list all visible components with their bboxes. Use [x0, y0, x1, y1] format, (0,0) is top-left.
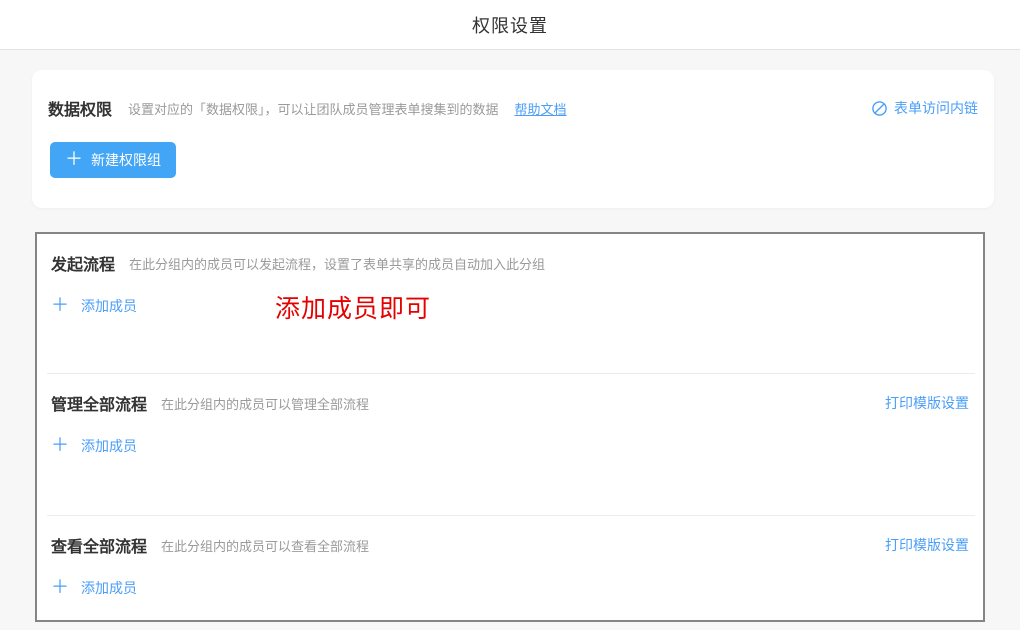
card-head: 数据权限 设置对应的「数据权限」，可以让团队成员管理表单搜集到的数据 帮助文档 …	[48, 96, 978, 120]
card-title: 数据权限	[48, 96, 112, 120]
plus-icon: ＋	[51, 436, 69, 454]
card-description: 设置对应的「数据权限」，可以让团队成员管理表单搜集到的数据	[128, 99, 499, 118]
group-title: 发起流程	[51, 251, 115, 275]
plus-icon: ＋	[65, 150, 83, 168]
link-icon	[871, 100, 888, 117]
page-title: 权限设置	[472, 12, 548, 38]
group-head: 查看全部流程 在此分组内的成员可以查看全部流程 打印模版设置	[51, 533, 969, 557]
plus-icon: ＋	[51, 296, 69, 314]
print-template-settings-link[interactable]: 打印模版设置	[885, 393, 969, 413]
group-view-all-flows: 查看全部流程 在此分组内的成员可以查看全部流程 打印模版设置 ＋ 添加成员	[37, 516, 983, 620]
add-member-button[interactable]: ＋ 添加成员	[51, 578, 137, 598]
group-manage-all-flows: 管理全部流程 在此分组内的成员可以管理全部流程 打印模版设置 ＋ 添加成员	[37, 374, 983, 515]
group-description: 在此分组内的成员可以发起流程，设置了表单共享的成员自动加入此分组	[129, 254, 545, 273]
add-member-button[interactable]: ＋ 添加成员	[51, 296, 137, 316]
group-title: 管理全部流程	[51, 391, 147, 415]
permission-groups-box: 发起流程 在此分组内的成员可以发起流程，设置了表单共享的成员自动加入此分组 ＋ …	[35, 232, 985, 622]
add-member-button[interactable]: ＋ 添加成员	[51, 436, 137, 456]
add-member-label: 添加成员	[81, 296, 137, 316]
group-initiate-flow: 发起流程 在此分组内的成员可以发起流程，设置了表单共享的成员自动加入此分组 ＋ …	[37, 234, 983, 373]
group-title: 查看全部流程	[51, 533, 147, 557]
new-permission-group-button[interactable]: ＋ 新建权限组	[50, 142, 176, 178]
plus-icon: ＋	[51, 578, 69, 596]
group-head: 管理全部流程 在此分组内的成员可以管理全部流程 打印模版设置	[51, 391, 969, 415]
group-head: 发起流程 在此分组内的成员可以发起流程，设置了表单共享的成员自动加入此分组	[51, 251, 969, 275]
print-template-settings-link[interactable]: 打印模版设置	[885, 535, 969, 555]
add-member-label: 添加成员	[81, 578, 137, 598]
new-permission-group-label: 新建权限组	[91, 150, 161, 170]
group-description: 在此分组内的成员可以查看全部流程	[161, 536, 369, 555]
page-header: 权限设置	[0, 0, 1020, 50]
help-doc-link[interactable]: 帮助文档	[515, 99, 567, 118]
data-permission-card: 数据权限 设置对应的「数据权限」，可以让团队成员管理表单搜集到的数据 帮助文档 …	[32, 70, 994, 208]
group-description: 在此分组内的成员可以管理全部流程	[161, 394, 369, 413]
form-access-label: 表单访问内链	[894, 98, 978, 118]
form-access-link[interactable]: 表单访问内链	[871, 98, 978, 118]
red-annotation-text: 添加成员即可	[275, 289, 431, 325]
add-member-label: 添加成员	[81, 436, 137, 456]
